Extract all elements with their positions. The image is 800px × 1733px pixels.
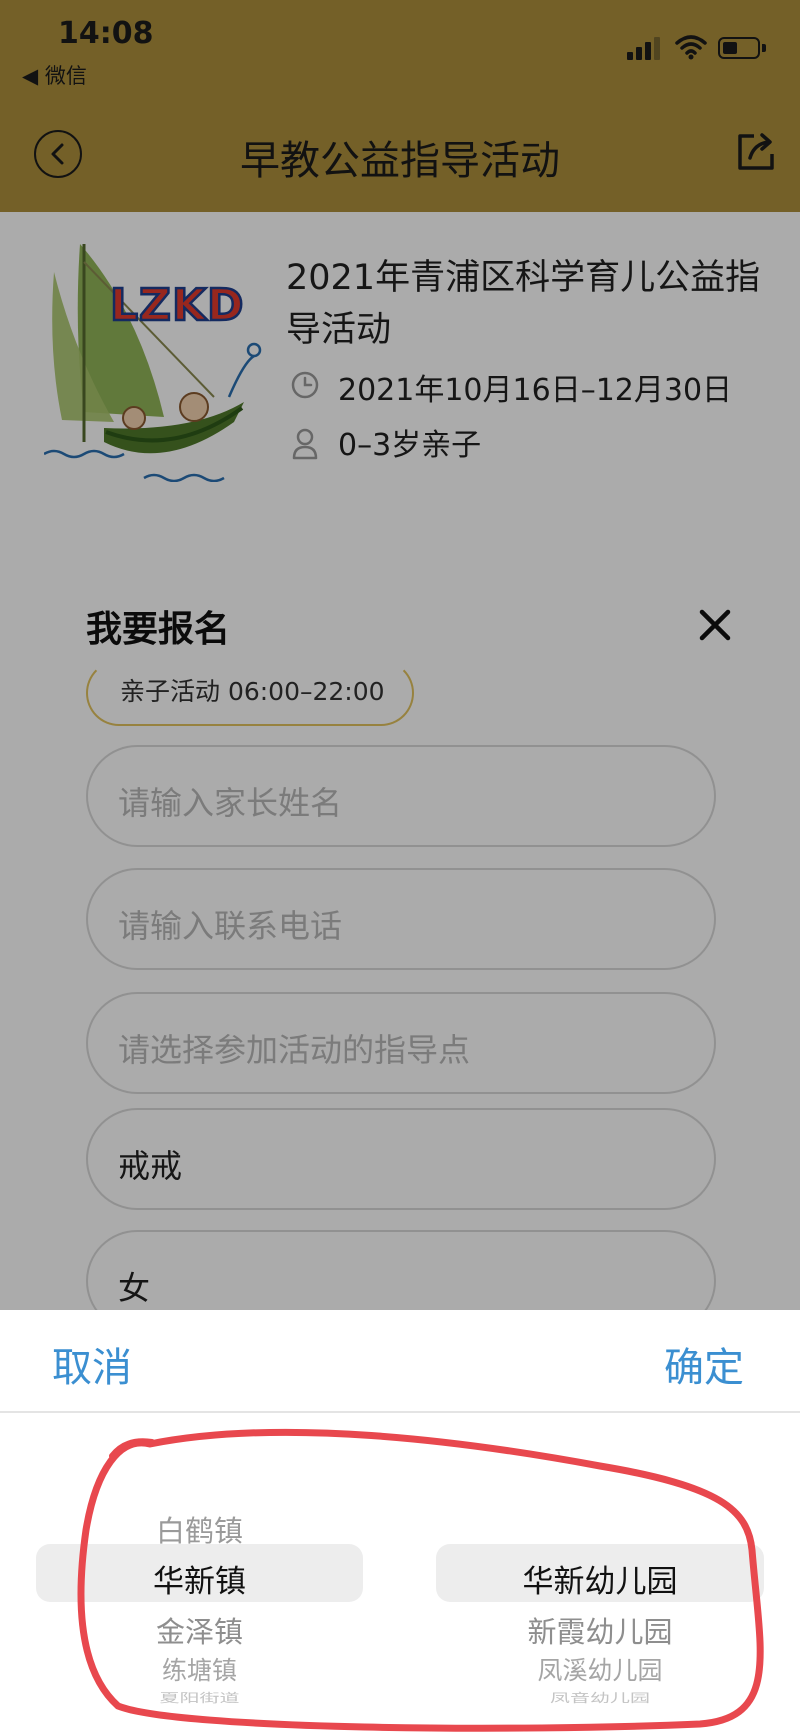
picker-cancel-button[interactable]: 取消 [52, 1335, 132, 1393]
picker-option-kindergarten[interactable]: 凤溪幼儿园 [436, 1651, 764, 1687]
picker-option-kindergarten[interactable]: 新霞幼儿园 [436, 1609, 764, 1651]
picker-option-town-selected[interactable]: 华新镇 [36, 1556, 363, 1601]
picker-confirm-button[interactable]: 确定 [664, 1335, 744, 1393]
picker-option-town[interactable]: 夏阳街道 [36, 1688, 363, 1705]
picker-option-kindergarten-selected[interactable]: 华新幼儿园 [436, 1556, 764, 1601]
picker-option-town[interactable]: 白鹤镇 [36, 1508, 363, 1550]
picker-option-town[interactable]: 金泽镇 [36, 1609, 363, 1651]
picker-option-town[interactable]: 练塘镇 [36, 1651, 363, 1687]
picker-divider [0, 1411, 800, 1413]
picker-option-kindergarten[interactable]: 凤音幼儿园 [436, 1688, 764, 1705]
